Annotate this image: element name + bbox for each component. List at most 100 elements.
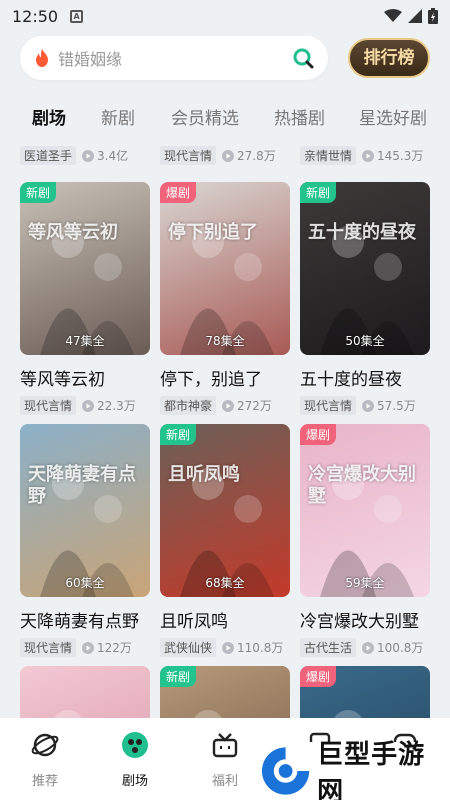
- play-count-icon: [362, 399, 375, 412]
- drama-poster[interactable]: 天降萌妻有点野 60集全: [20, 424, 150, 597]
- nav-label: 推荐: [31, 774, 58, 789]
- drama-card[interactable]: 新剧: [160, 666, 290, 718]
- poster-title-art: 五十度的昼夜: [308, 222, 416, 243]
- play-count-icon: [222, 641, 235, 654]
- episode-count: 50集全: [345, 334, 385, 348]
- poster-artwork: [40, 468, 134, 597]
- fire-icon: [36, 49, 48, 67]
- view-count: 27.8万: [237, 149, 276, 163]
- drama-card[interactable]: 天降萌妻有点野 60集全天降萌妻有点野现代言情 122万: [20, 424, 150, 657]
- poster-title-art: 等风等云初: [28, 222, 118, 243]
- play-count-icon: [222, 399, 235, 412]
- genre-tag: 都市神豪: [160, 396, 217, 415]
- genre-tag: 医道圣手: [20, 146, 77, 165]
- play-count-icon: [222, 149, 235, 162]
- badge-new: 新剧: [160, 424, 197, 445]
- view-count: 272万: [237, 399, 272, 413]
- notification-icon: A: [70, 9, 84, 23]
- drama-meta: 现代言情 57.5万: [300, 396, 430, 415]
- drama-card[interactable]: 等风等云初 新剧 47集全 等风等云初 现代言情 22.3万: [20, 182, 150, 415]
- view-count: 122万: [97, 641, 132, 655]
- drama-card[interactable]: [20, 666, 150, 718]
- prev-row-meta-1: 现代言情 27.8万: [160, 146, 276, 165]
- play-count-icon: [362, 149, 375, 162]
- episode-count: 60集全: [65, 576, 105, 590]
- poster-title-art: 停下别追了: [168, 222, 258, 243]
- drama-poster[interactable]: 等风等云初 新剧 47集全: [20, 182, 150, 355]
- drama-card[interactable]: 爆剧: [300, 666, 430, 718]
- view-count: 110.8万: [237, 641, 284, 655]
- poster-artwork: [320, 468, 414, 597]
- drama-title[interactable]: 且听凤鸣: [160, 607, 290, 632]
- search-icon[interactable]: [292, 47, 314, 69]
- drama-title[interactable]: 天降萌妻有点野: [20, 607, 150, 632]
- episode-count: 78集全: [205, 334, 245, 348]
- genre-tag: 亲情世情: [300, 146, 357, 165]
- poster-artwork: [40, 226, 134, 355]
- badge-new: 新剧: [20, 182, 57, 203]
- drama-card[interactable]: 停下别追了 爆剧 78集全停下，别追了都市神豪 272万: [160, 182, 290, 415]
- badge-hot: 爆剧: [160, 182, 197, 203]
- drama-title[interactable]: 冷宫爆改大别墅: [300, 607, 430, 632]
- view-count: 145.3万: [377, 149, 424, 163]
- nav-welfare[interactable]: 福利: [195, 730, 255, 789]
- drama-poster[interactable]: 且听凤鸣 新剧 68集全: [160, 424, 290, 597]
- tab-hot[interactable]: 热播剧: [274, 104, 325, 129]
- drama-poster[interactable]: 停下别追了 爆剧 78集全: [160, 182, 290, 355]
- status-icons: [384, 8, 438, 24]
- genre-tag: 古代生活: [300, 638, 357, 657]
- play-count-icon: [82, 149, 95, 162]
- prev-row-meta-2: 亲情世情 145.3万: [300, 146, 423, 165]
- drama-meta: 都市神豪 272万: [160, 396, 290, 415]
- wifi-icon: [384, 9, 402, 22]
- search-placeholder[interactable]: 错婚姻缘: [58, 46, 292, 70]
- drama-card[interactable]: 且听凤鸣 新剧 68集全 且听凤鸣 武侠仙侠 110.8万: [160, 424, 290, 657]
- drama-poster[interactable]: 冷宫爆改大别墅 爆剧 59集全: [300, 424, 430, 597]
- status-time: 12:50: [12, 6, 59, 26]
- drama-poster[interactable]: 新剧: [160, 666, 290, 718]
- ranking-button[interactable]: 排行榜: [348, 38, 430, 78]
- view-count: 3.4亿: [97, 149, 129, 163]
- drama-poster[interactable]: 五十度的昼夜 新剧 50集全: [300, 182, 430, 355]
- tab-vip[interactable]: 会员精选: [171, 104, 239, 129]
- status-bar: 12:50 A: [0, 0, 450, 32]
- nav-recommend[interactable]: 推荐: [15, 730, 75, 789]
- poster-title-art: 冷宫爆改大别墅: [308, 464, 416, 507]
- drama-meta: 武侠仙侠 110.8万: [160, 638, 290, 657]
- drama-title[interactable]: 五十度的昼夜: [300, 365, 430, 390]
- drama-title[interactable]: 等风等云初: [20, 365, 150, 390]
- tab-star[interactable]: 星选好剧: [359, 104, 427, 129]
- search-bar[interactable]: 错婚姻缘: [20, 36, 328, 80]
- watermark: 巨型手游网: [260, 740, 450, 800]
- theater-icon: [122, 732, 148, 758]
- tab-new[interactable]: 新剧: [101, 104, 135, 129]
- gift-icon: [212, 733, 238, 758]
- badge-new: 新剧: [160, 666, 197, 687]
- drama-poster[interactable]: 爆剧: [300, 666, 430, 718]
- drama-meta: 现代言情 22.3万: [20, 396, 150, 415]
- episode-count: 59集全: [345, 576, 385, 590]
- poster-artwork: [180, 226, 274, 355]
- poster-title-art: 且听凤鸣: [168, 464, 240, 485]
- watermark-logo-icon: [261, 747, 310, 795]
- play-count-icon: [82, 641, 95, 654]
- drama-title[interactable]: 停下，别追了: [160, 365, 290, 390]
- view-count: 100.8万: [377, 641, 424, 655]
- signal-icon: [408, 9, 422, 23]
- play-count-icon: [362, 641, 375, 654]
- drama-meta: 古代生活 100.8万: [300, 638, 430, 657]
- drama-feed[interactable]: 医道圣手 3.4亿 现代言情 27.8万 亲情世情 145.3万 等风等云初 新剧…: [0, 140, 450, 718]
- nav-theater[interactable]: 剧场: [105, 730, 165, 789]
- drama-poster[interactable]: [20, 666, 150, 718]
- drama-card[interactable]: 五十度的昼夜 新剧 50集全 五十度的昼夜 现代言情 57.5万: [300, 182, 430, 415]
- prev-row-meta-0: 医道圣手 3.4亿: [20, 146, 128, 165]
- poster-artwork: [320, 226, 414, 355]
- drama-card[interactable]: 冷宫爆改大别墅 爆剧 59集全 冷宫爆改大别墅 古代生活 100.8万: [300, 424, 430, 657]
- tab-theater[interactable]: 剧场: [32, 104, 66, 129]
- badge-hot: 爆剧: [300, 666, 337, 687]
- drama-meta: 现代言情 122万: [20, 638, 150, 657]
- genre-tag: 现代言情: [20, 396, 77, 415]
- poster-artwork: [180, 468, 274, 597]
- genre-tag: 现代言情: [20, 638, 77, 657]
- nav-label: 福利: [211, 774, 238, 789]
